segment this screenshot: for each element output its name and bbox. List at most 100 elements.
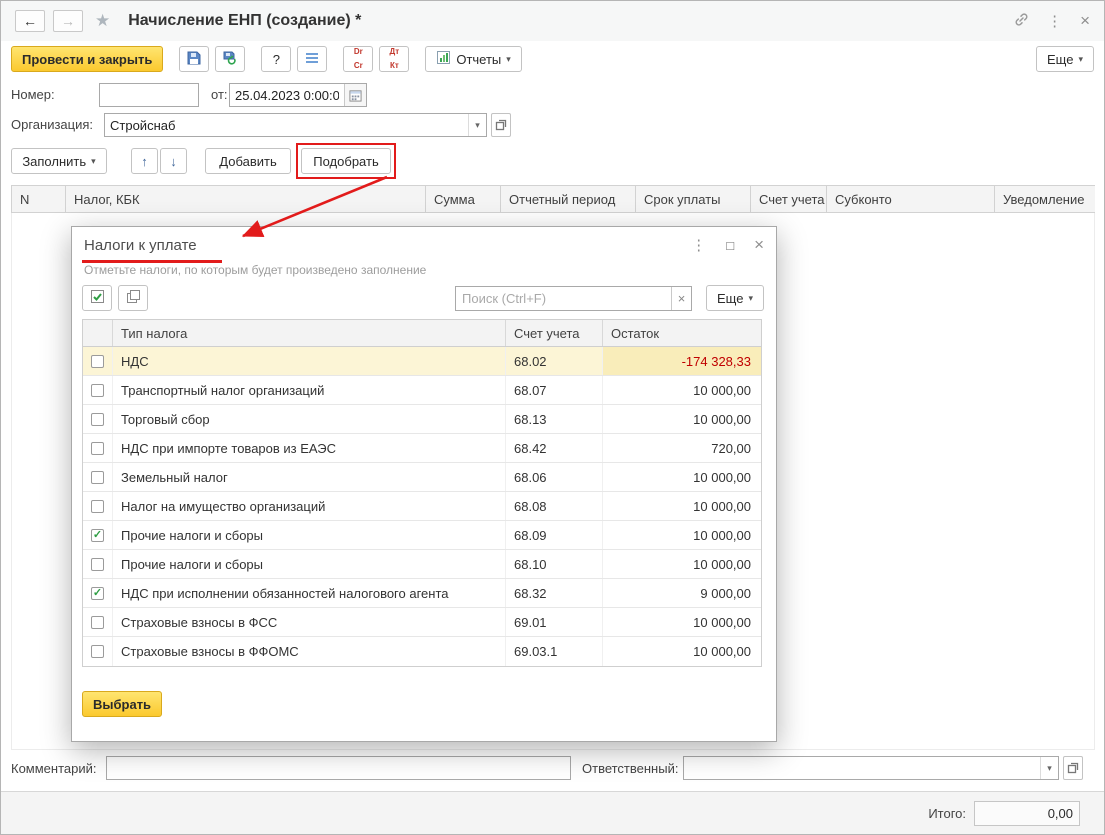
organization-open-button[interactable]: [491, 113, 511, 137]
register-records-button[interactable]: [297, 46, 328, 72]
forward-button[interactable]: →: [53, 10, 83, 32]
pick-button[interactable]: Подобрать: [301, 148, 391, 174]
main-column-header[interactable]: Сумма: [426, 186, 501, 212]
tax-name: НДС при исполнении обязанностей налогово…: [113, 579, 506, 607]
tax-checkbox[interactable]: [91, 499, 104, 513]
tax-checkbox[interactable]: [91, 557, 104, 571]
drcr-label-bottom: Cr: [353, 60, 363, 70]
tax-row[interactable]: Транспортный налог организаций 68.07 10 …: [83, 376, 761, 405]
tax-row[interactable]: НДС при импорте товаров из ЕАЭС 68.42 72…: [83, 434, 761, 463]
dialog-column-header[interactable]: Счет учета: [506, 320, 603, 346]
search-clear-icon[interactable]: ×: [671, 286, 692, 310]
chevron-down-icon: ▾: [748, 292, 753, 303]
calendar-icon[interactable]: [344, 84, 366, 106]
link-icon[interactable]: [1014, 12, 1029, 30]
add-button[interactable]: Добавить: [205, 148, 291, 174]
tax-row[interactable]: Страховые взносы в ФФОМС 69.03.1 10 000,…: [83, 637, 761, 666]
main-column-header[interactable]: Налог, КБК: [66, 186, 426, 212]
tax-row[interactable]: НДС 68.02 -174 328,33: [83, 347, 761, 376]
window-close-icon[interactable]: ×: [1080, 11, 1090, 31]
move-down-button[interactable]: ↓: [160, 148, 187, 174]
main-column-header[interactable]: N: [11, 186, 66, 212]
tax-checkbox[interactable]: [91, 412, 104, 426]
dtkt-button[interactable]: Дт Кт: [379, 46, 410, 72]
tax-checkbox[interactable]: [91, 615, 104, 629]
empty-boxes-icon: [126, 289, 141, 307]
tax-balance: 10 000,00: [693, 498, 751, 514]
tax-checkbox[interactable]: ✓: [91, 586, 104, 600]
reports-button[interactable]: Отчеты ▾: [425, 46, 522, 72]
comment-input[interactable]: [107, 757, 570, 779]
tax-row[interactable]: ✓ Прочие налоги и сборы 68.09 10 000,00: [83, 521, 761, 550]
organization-label: Организация:: [11, 117, 94, 132]
main-table-header: N Налог, КБК Сумма Отчетный период Срок упла…: [11, 185, 1095, 213]
number-input[interactable]: [100, 84, 198, 106]
tax-checkbox[interactable]: [91, 383, 104, 397]
tax-row[interactable]: ✓ НДС при исполнении обязанностей налого…: [83, 579, 761, 608]
responsible-input[interactable]: [684, 757, 1040, 779]
dialog-table: Тип налога Счет учета Остаток НДС 68.02 -1…: [82, 319, 762, 667]
annotation-highlight-box: Подобрать: [296, 143, 396, 179]
responsible-open-button[interactable]: [1063, 756, 1083, 780]
tax-row[interactable]: Земельный налог 68.06 10 000,00: [83, 463, 761, 492]
back-button[interactable]: ←: [15, 10, 45, 32]
dialog-table-body: НДС 68.02 -174 328,33 Транспортный налог…: [83, 347, 761, 666]
tax-name: Земельный налог: [113, 463, 506, 491]
app-window: ← → ★ Начисление ЕНП (создание) * ⋮ × Пр…: [0, 0, 1105, 835]
tax-row[interactable]: Налог на имущество организаций 68.08 10 …: [83, 492, 761, 521]
main-column-header[interactable]: Уведомление: [995, 186, 1095, 212]
favorite-star-icon[interactable]: ★: [95, 11, 110, 31]
main-column-header[interactable]: Субконто: [827, 186, 995, 212]
organization-dropdown-icon[interactable]: ▾: [468, 114, 486, 136]
dialog-column-header[interactable]: Остаток: [603, 320, 761, 346]
tax-name: Транспортный налог организаций: [113, 376, 506, 404]
tax-name: Торговый сбор: [113, 405, 506, 433]
tax-balance: 10 000,00: [693, 614, 751, 630]
tax-checkbox[interactable]: [91, 354, 104, 368]
post-and-close-button[interactable]: Провести и закрыть: [11, 46, 164, 72]
save-and-refresh-button[interactable]: [215, 46, 246, 72]
tax-checkbox[interactable]: [91, 470, 104, 484]
dialog-column-header[interactable]: Тип налога: [113, 320, 506, 346]
more-button[interactable]: Еще ▾: [1036, 46, 1094, 72]
help-button[interactable]: ?: [261, 46, 292, 72]
dialog-close-icon[interactable]: ×: [754, 235, 764, 255]
date-input[interactable]: [230, 84, 344, 106]
organization-field: ▾: [104, 113, 487, 137]
select-button[interactable]: Выбрать: [82, 691, 163, 717]
dialog-more-button[interactable]: Еще ▾: [706, 285, 764, 311]
tax-name: Страховые взносы в ФСС: [113, 608, 506, 636]
responsible-dropdown-icon[interactable]: ▾: [1040, 757, 1058, 779]
organization-input[interactable]: [105, 114, 468, 136]
tax-checkbox[interactable]: [91, 645, 104, 658]
uncheck-all-button[interactable]: [118, 285, 148, 311]
tax-checkbox[interactable]: ✓: [91, 528, 104, 542]
tax-name: Страховые взносы в ФФОМС: [113, 637, 506, 666]
dialog-more-label: Еще: [717, 290, 744, 306]
main-column-header[interactable]: Срок уплаты: [636, 186, 751, 212]
titlebar: ← → ★ Начисление ЕНП (создание) * ⋮ ×: [1, 1, 1104, 41]
check-all-button[interactable]: [82, 285, 112, 311]
tax-row[interactable]: Страховые взносы в ФСС 69.01 10 000,00: [83, 608, 761, 637]
tax-account: 69.01: [506, 608, 603, 636]
save-button[interactable]: [179, 46, 210, 72]
window-menu-icon[interactable]: ⋮: [1047, 12, 1062, 30]
tax-row[interactable]: Торговый сбор 68.13 10 000,00: [83, 405, 761, 434]
main-column-header[interactable]: Отчетный период: [501, 186, 636, 212]
floppy-icon: [186, 50, 202, 69]
move-up-button[interactable]: ↑: [131, 148, 158, 174]
tax-checkbox[interactable]: [91, 441, 104, 455]
tax-row[interactable]: Прочие налоги и сборы 68.10 10 000,00: [83, 550, 761, 579]
chevron-down-icon: ▾: [91, 155, 96, 166]
drcr-button[interactable]: Dr Cr: [343, 46, 374, 72]
tax-account: 68.13: [506, 405, 603, 433]
taxes-dialog: Налоги к уплате ⋮ □ × Отметьте налоги, п…: [71, 226, 777, 742]
dialog-maximize-icon[interactable]: □: [726, 238, 734, 253]
search-input[interactable]: [456, 286, 672, 310]
dialog-menu-icon[interactable]: ⋮: [691, 236, 706, 254]
tax-balance: 10 000,00: [693, 382, 751, 398]
main-column-header[interactable]: Счет учета: [751, 186, 827, 212]
more-label: Еще: [1047, 51, 1074, 67]
fill-button[interactable]: Заполнить ▾: [11, 148, 107, 174]
tax-account: 68.09: [506, 521, 603, 549]
